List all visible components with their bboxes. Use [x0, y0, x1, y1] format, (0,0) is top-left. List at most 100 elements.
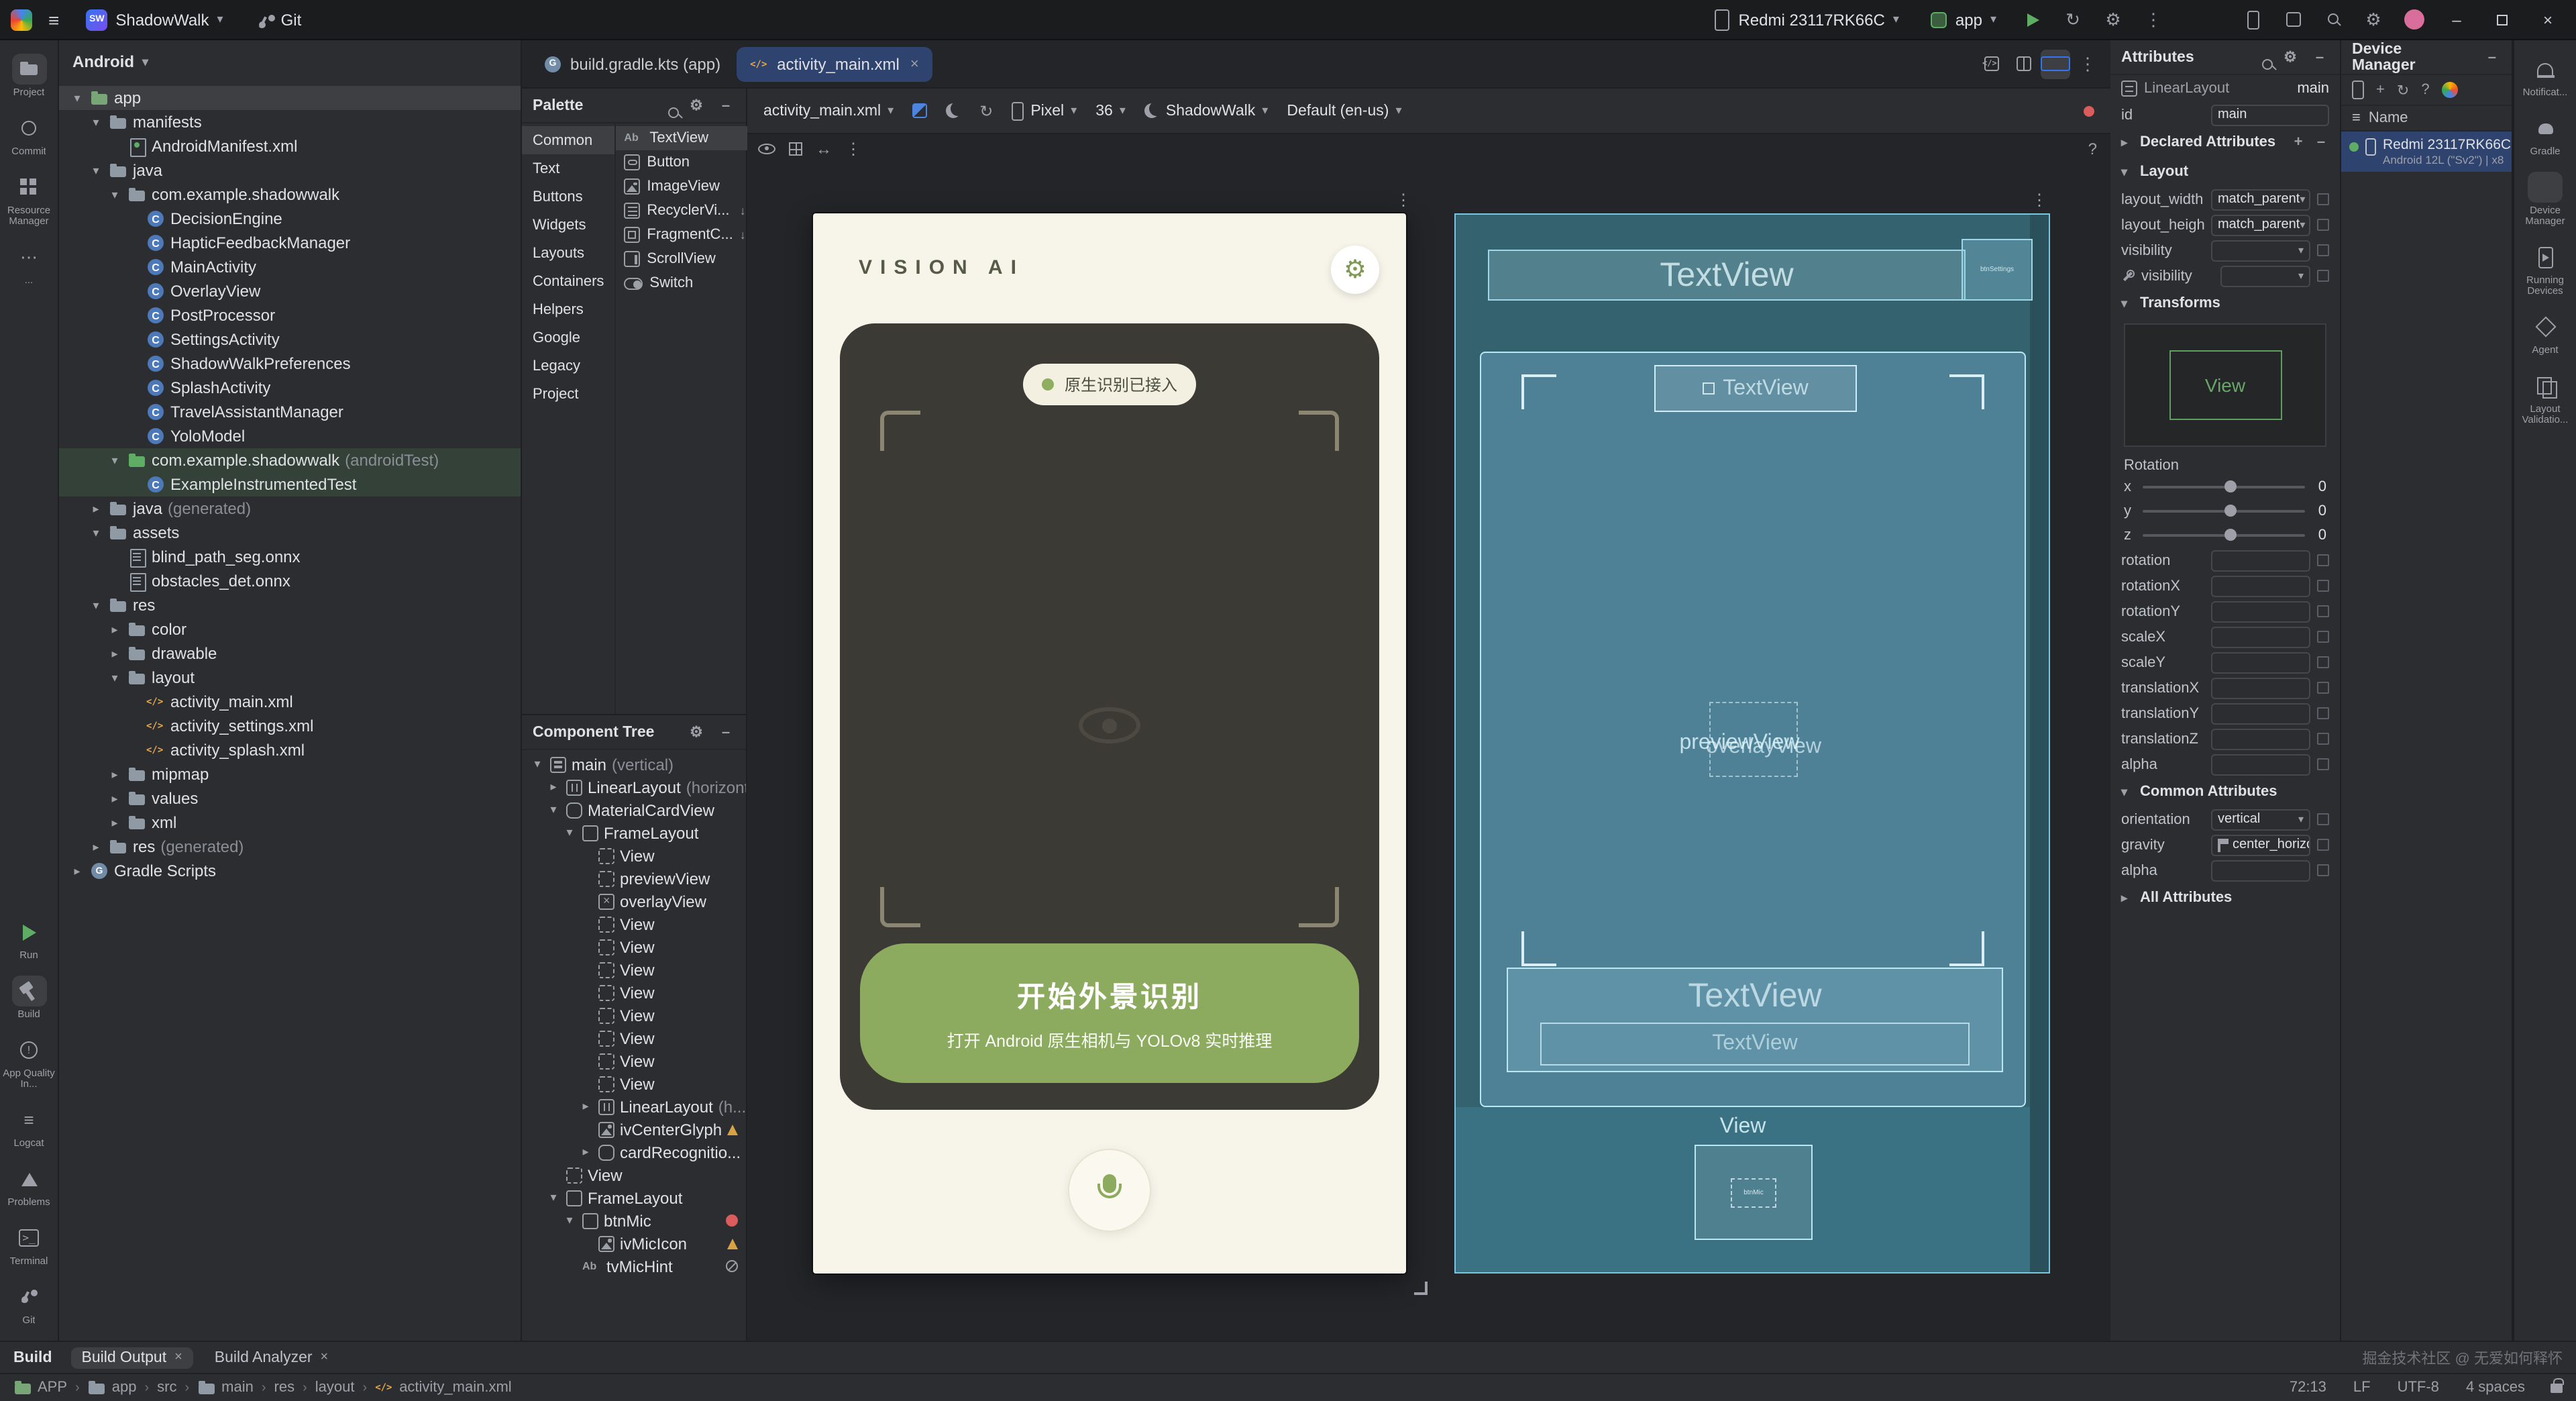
- blueprint-view[interactable]: TextView btnSettings: [1454, 213, 2050, 1274]
- tree-caret-icon[interactable]: ▾: [107, 453, 122, 468]
- component-tree-item-view[interactable]: View: [522, 1027, 746, 1049]
- component-tree-item-previewview[interactable]: previewView: [522, 867, 746, 890]
- stripe-item-resource-manager[interactable]: Resource Manager: [2, 166, 56, 234]
- camera-card[interactable]: 原生识别已接入 开始外景识别 打开 Android 原生相机与 YOLOv8 实…: [840, 323, 1379, 1110]
- bp-preview-overlay-group[interactable]: previewView overlayView: [1481, 696, 2025, 790]
- palette-category-layouts[interactable]: Layouts: [522, 239, 614, 267]
- close-tab-icon[interactable]: ×: [174, 1350, 182, 1365]
- attribute-value-dropdown[interactable]: ▾: [2211, 240, 2310, 261]
- line-ending[interactable]: LF: [2344, 1380, 2380, 1396]
- editor-kebab-icon[interactable]: ⋮: [2073, 49, 2102, 79]
- pick-resource-icon[interactable]: [2317, 605, 2329, 617]
- design-preview-phone[interactable]: VISION AI ⚙ 原生识别已接入: [813, 213, 1406, 1274]
- slider-thumb[interactable]: [2224, 529, 2236, 541]
- run-button[interactable]: [2018, 5, 2047, 34]
- tree-caret-icon[interactable]: ▾: [562, 825, 577, 840]
- stripe-item-notificat[interactable]: Notificat...: [2518, 48, 2572, 105]
- palette-category-buttons[interactable]: Buttons: [522, 183, 614, 211]
- tree-caret-icon[interactable]: ▾: [530, 757, 545, 772]
- pick-resource-icon[interactable]: [2317, 682, 2329, 694]
- stripe-item-run[interactable]: Run: [2, 911, 56, 968]
- palette-item-fragmentc[interactable]: FragmentC...↓: [616, 223, 753, 247]
- palette-category-google[interactable]: Google: [522, 323, 614, 352]
- component-tree-item-view[interactable]: View: [522, 913, 746, 935]
- stripe-item-project[interactable]: Project: [2, 48, 56, 105]
- palette-category-widgets[interactable]: Widgets: [522, 211, 614, 239]
- attribute-value-input[interactable]: center_horizontal: [2211, 834, 2310, 855]
- locale-selector[interactable]: Default (en-us) ▾: [1287, 103, 1401, 119]
- design-surface-icon[interactable]: [912, 103, 927, 118]
- breadcrumb-activity-main-xml[interactable]: activity_main.xml: [375, 1378, 512, 1397]
- window-maximize-button[interactable]: [2485, 5, 2520, 34]
- attributes-hide-icon[interactable]: –: [2310, 49, 2329, 65]
- view-options-eye-icon[interactable]: [758, 144, 775, 154]
- attribute-value-input[interactable]: [2211, 754, 2310, 775]
- component-tree-settings-icon[interactable]: ⚙: [687, 723, 706, 741]
- help-icon[interactable]: ?: [2421, 82, 2429, 98]
- split-view-toggle[interactable]: [2008, 49, 2038, 79]
- device-for-preview-selector[interactable]: Pixel ▾: [1012, 101, 1077, 120]
- pick-resource-icon[interactable]: [2317, 631, 2329, 643]
- component-tree-item-materialcardview[interactable]: ▾MaterialCardView: [522, 798, 746, 821]
- tree-item-activity-main-xml[interactable]: activity_main.xml: [59, 690, 521, 714]
- blueprint-view-kebab-icon[interactable]: ⋮: [2031, 191, 2047, 209]
- device-row[interactable]: Redmi 23117RK66C Android 12L ("Sv2") | x…: [2341, 132, 2512, 172]
- attribute-value-input[interactable]: [2211, 652, 2310, 673]
- tree-item-res[interactable]: ▸res(generated): [59, 835, 521, 859]
- orientation-icon[interactable]: ↻: [979, 101, 993, 120]
- stripe-item-build[interactable]: Build: [2, 970, 56, 1027]
- tree-caret-icon[interactable]: ▾: [107, 670, 122, 685]
- attribute-value-input[interactable]: [2211, 703, 2310, 724]
- tree-item-postprocessor[interactable]: PostProcessor: [59, 303, 521, 327]
- stripe-item-item[interactable]: ...: [2, 236, 56, 293]
- settings-gear-icon[interactable]: ⚙: [2098, 5, 2128, 34]
- pair-wifi-icon[interactable]: ↻: [2397, 81, 2409, 99]
- breadcrumb-app[interactable]: APP: [13, 1378, 67, 1397]
- component-tree-item-framelayout[interactable]: ▾FrameLayout: [522, 1186, 746, 1209]
- palette-item-textview[interactable]: TextView: [616, 126, 753, 150]
- pick-resource-icon[interactable]: [2317, 219, 2329, 231]
- slider-thumb[interactable]: [2224, 480, 2236, 492]
- tree-item-xml[interactable]: ▸xml: [59, 811, 521, 835]
- attribute-value-input[interactable]: [2211, 550, 2310, 571]
- bp-result-sub-textview[interactable]: TextView: [1540, 1023, 1970, 1066]
- add-icon[interactable]: +: [2376, 82, 2385, 98]
- git-menu[interactable]: Git: [245, 6, 313, 33]
- palette-category-text[interactable]: Text: [522, 154, 614, 183]
- component-tree-item-framelayout[interactable]: ▾FrameLayout: [522, 821, 746, 844]
- tree-item-hapticfeedbackmanager[interactable]: HapticFeedbackManager: [59, 231, 521, 255]
- stripe-item-gradle[interactable]: Gradle: [2518, 107, 2572, 164]
- tree-caret-icon[interactable]: ▸: [70, 864, 85, 878]
- attribute-value-dropdown[interactable]: vertical▾: [2211, 809, 2310, 830]
- pick-resource-icon[interactable]: [2317, 656, 2329, 668]
- palette-category-project[interactable]: Project: [522, 380, 614, 408]
- sync-project-icon[interactable]: ↻: [2058, 5, 2088, 34]
- bp-header-textview[interactable]: TextView: [1488, 250, 1966, 301]
- palette-category-legacy[interactable]: Legacy: [522, 352, 614, 380]
- tree-caret-icon[interactable]: ▾: [70, 91, 85, 105]
- mic-button[interactable]: [1068, 1149, 1151, 1232]
- tree-item-obstacles-det-onnx[interactable]: obstacles_det.onnx: [59, 569, 521, 593]
- design-canvas[interactable]: ↔ ⋮ ? ⋮ ⋮ VISION AI ⚙: [747, 134, 2110, 1341]
- component-tree-item-cardrecognitio[interactable]: ▸cardRecognitio...: [522, 1141, 746, 1163]
- tree-item-layout[interactable]: ▾layout: [59, 666, 521, 690]
- component-tree-item-ivcenterglyph[interactable]: ivCenterGlyph: [522, 1118, 746, 1141]
- tree-caret-icon[interactable]: ▾: [562, 1213, 577, 1228]
- window-minimize-button[interactable]: –: [2439, 5, 2474, 34]
- component-tree-item-btnmic[interactable]: ▾btnMic: [522, 1209, 746, 1232]
- palette-item-recyclervi[interactable]: RecyclerVi...↓: [616, 199, 753, 223]
- slider-track[interactable]: [2143, 510, 2305, 513]
- component-tree-item-linearlayout[interactable]: ▸LinearLayout(horizontal): [522, 776, 746, 798]
- id-input[interactable]: main: [2211, 104, 2329, 125]
- component-tree-item-view[interactable]: View: [522, 935, 746, 958]
- tree-item-gradle-scripts[interactable]: ▸Gradle Scripts: [59, 859, 521, 883]
- tree-item-java[interactable]: ▾java: [59, 158, 521, 183]
- breadcrumb-res[interactable]: res: [274, 1380, 295, 1396]
- component-tree-item-tvmichint[interactable]: tvMicHint: [522, 1255, 746, 1278]
- pick-resource-icon[interactable]: [2317, 580, 2329, 592]
- pick-resource-icon[interactable]: [2317, 707, 2329, 719]
- tree-item-decisionengine[interactable]: DecisionEngine: [59, 207, 521, 231]
- tree-item-overlayview[interactable]: OverlayView: [59, 279, 521, 303]
- file-encoding[interactable]: UTF-8: [2388, 1380, 2449, 1396]
- layout-section[interactable]: ▾ Layout: [2110, 157, 2340, 187]
